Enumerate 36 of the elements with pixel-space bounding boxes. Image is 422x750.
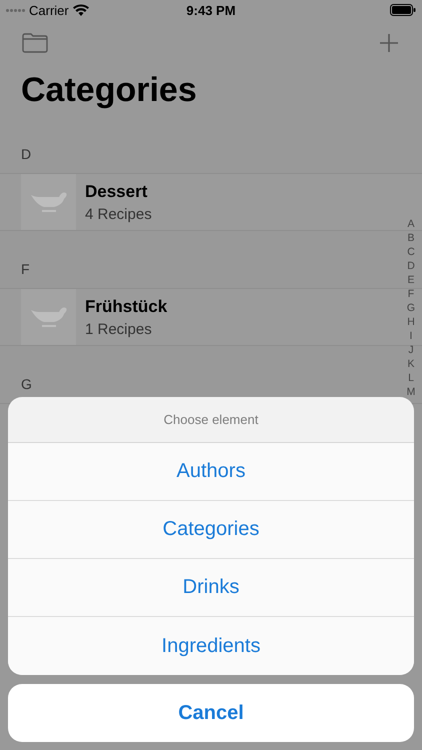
index-letter[interactable]: A	[407, 217, 414, 231]
recipe-count: 1 Recipes	[85, 320, 153, 338]
gravy-boat-icon	[21, 289, 76, 345]
sheet-option[interactable]: Authors	[8, 443, 414, 501]
index-letter[interactable]: E	[407, 273, 414, 287]
index-letter[interactable]: G	[406, 301, 416, 315]
sheet-option[interactable]: Ingredients	[8, 617, 414, 675]
sheet-option[interactable]: Drinks	[8, 559, 414, 617]
index-letter[interactable]: F	[408, 287, 414, 301]
status-time: 9:43 PM	[186, 2, 236, 18]
category-name: Dessert	[85, 182, 148, 202]
category-name: Frühstück	[85, 296, 168, 316]
index-letter[interactable]: H	[407, 315, 415, 329]
sheet-title: Choose element	[164, 412, 258, 427]
folder-icon[interactable]	[22, 33, 48, 53]
cancel-button[interactable]: Cancel	[8, 684, 414, 742]
index-letter[interactable]: L	[408, 371, 414, 385]
carrier-name: Carrier	[29, 2, 69, 18]
add-icon[interactable]	[380, 34, 398, 52]
sheet-option[interactable]: Categories	[8, 501, 414, 559]
index-letter[interactable]: M	[406, 385, 416, 399]
index-letter[interactable]: C	[407, 245, 415, 259]
index-letter[interactable]: K	[407, 357, 414, 371]
index-letter[interactable]: J	[408, 343, 414, 357]
index-letter[interactable]: D	[407, 259, 415, 273]
section-header: F	[21, 260, 30, 276]
page-title: Categories	[20, 70, 198, 111]
section-header: D	[21, 146, 32, 162]
signal-icon	[6, 8, 25, 12]
battery-icon	[390, 4, 416, 16]
gravy-boat-icon	[21, 174, 76, 230]
index-letter[interactable]: I	[410, 329, 412, 343]
recipe-count: 4 Recipes	[85, 206, 152, 222]
section-header: G	[21, 376, 32, 392]
wifi-icon	[72, 4, 89, 16]
index-letter[interactable]: B	[407, 231, 414, 245]
